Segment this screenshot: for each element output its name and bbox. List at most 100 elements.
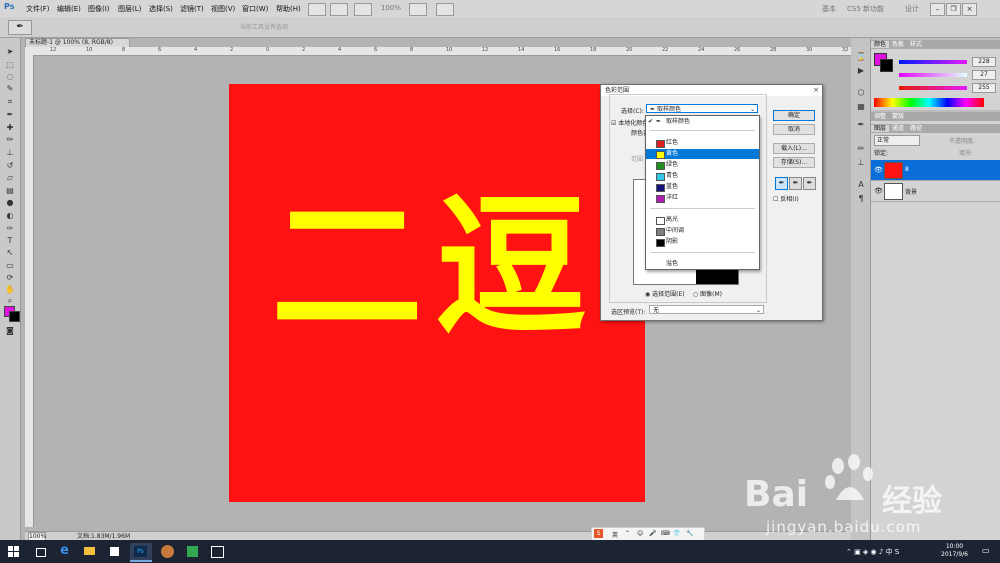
task-view-icon[interactable] bbox=[31, 543, 48, 560]
tab-layers[interactable]: 图层 bbox=[871, 125, 890, 132]
photoshop-taskbar-icon[interactable]: Ps bbox=[130, 543, 152, 562]
tab-styles[interactable]: 样式 bbox=[907, 41, 925, 48]
eyedropper-tool-icon[interactable]: ✒ bbox=[5, 111, 15, 119]
eyedropper-minus-icon[interactable]: ✒ bbox=[803, 177, 816, 190]
tab-masks[interactable]: 蒙版 bbox=[889, 113, 907, 120]
eyedropper-icon[interactable]: ✒ bbox=[775, 177, 788, 190]
document-canvas[interactable]: 二逗 bbox=[229, 84, 645, 502]
dropdown-item-cyans[interactable]: 青色 bbox=[646, 171, 759, 181]
clone-stamp-tool-icon[interactable]: ⊥ bbox=[5, 149, 15, 157]
red-slider[interactable] bbox=[899, 60, 967, 64]
eraser-tool-icon[interactable]: ▱ bbox=[5, 174, 15, 182]
dropdown-item-highlights[interactable]: 高光 bbox=[646, 215, 759, 225]
dropdown-item-magentas[interactable]: 洋红 bbox=[646, 193, 759, 203]
restore-icon[interactable]: ❐ bbox=[946, 3, 961, 16]
menu-filter[interactable]: 滤镜(T) bbox=[180, 4, 204, 14]
red-value[interactable]: 228 bbox=[972, 57, 996, 67]
tool-presets-icon[interactable]: ✒ bbox=[856, 120, 866, 130]
document-tab[interactable]: 未标题-1 @ 100% (8, RGB/8) bbox=[25, 38, 130, 47]
eyedropper-tool-preset-icon[interactable]: ✒ bbox=[8, 20, 32, 35]
tab-channels[interactable]: 通道 bbox=[889, 125, 907, 132]
bridge-button[interactable] bbox=[308, 3, 326, 16]
emoji-icon[interactable]: ☺ bbox=[637, 530, 643, 537]
brush-panel-icon[interactable]: ✏ bbox=[856, 144, 866, 154]
menu-select[interactable]: 选择(S) bbox=[149, 4, 173, 14]
blend-mode-select[interactable]: 正常 bbox=[874, 135, 920, 146]
save-button[interactable]: 存储(S)... bbox=[773, 157, 815, 168]
dropdown-item-sampled-colors[interactable]: ✔ ✒ 取样颜色 bbox=[646, 117, 759, 127]
menu-edit[interactable]: 编辑(E) bbox=[57, 4, 81, 14]
file-explorer-icon[interactable] bbox=[81, 543, 98, 560]
layer-row-text[interactable]: 👁 8 bbox=[871, 160, 1000, 181]
taskbar-clock[interactable]: 10:00 2017/9/6 bbox=[941, 543, 968, 559]
dodge-tool-icon[interactable]: ◐ bbox=[5, 212, 15, 220]
dropdown-item-reds[interactable]: 红色 bbox=[646, 138, 759, 148]
green-slider[interactable] bbox=[899, 73, 967, 77]
dialog-close-icon[interactable]: × bbox=[813, 86, 819, 94]
zoom-level[interactable]: 100% bbox=[381, 4, 401, 12]
measure-panel-icon[interactable]: ▦ bbox=[856, 102, 866, 112]
eyedropper-plus-icon[interactable]: ✒ bbox=[789, 177, 802, 190]
skin-icon[interactable]: 👕 bbox=[673, 530, 680, 537]
cancel-button[interactable]: 取消 bbox=[773, 124, 815, 135]
healing-brush-tool-icon[interactable]: ✚ bbox=[5, 124, 15, 132]
minimize-icon[interactable]: – bbox=[930, 3, 945, 16]
history-brush-tool-icon[interactable]: ↺ bbox=[5, 162, 15, 170]
start-icon[interactable] bbox=[5, 543, 22, 560]
radio-image[interactable]: ○ 图像(M) bbox=[693, 289, 722, 298]
close-icon[interactable]: × bbox=[962, 3, 977, 16]
menu-layer[interactable]: 图层(L) bbox=[118, 4, 141, 14]
app-green-icon[interactable] bbox=[184, 543, 201, 560]
character-panel-icon[interactable]: A bbox=[856, 180, 866, 190]
color-background-swatch[interactable] bbox=[880, 59, 893, 72]
keyboard-icon[interactable]: ⌨ bbox=[661, 530, 670, 537]
dropdown-item-out-of-gamut[interactable]: 溢色 bbox=[646, 259, 759, 269]
notification-icon[interactable]: ▭ bbox=[982, 546, 990, 555]
tray-icons[interactable]: ⌃ ▣ ◈ ◉ ♪ 中 S bbox=[846, 547, 899, 557]
type-tool-icon[interactable]: T bbox=[5, 237, 15, 245]
blue-slider[interactable] bbox=[899, 86, 967, 90]
edge-icon[interactable]: e bbox=[56, 543, 73, 560]
blur-tool-icon[interactable]: ● bbox=[5, 199, 15, 207]
menu-help[interactable]: 帮助(H) bbox=[276, 4, 301, 14]
sogou-icon[interactable]: S bbox=[594, 529, 603, 538]
brush-tool-icon[interactable]: ✏ bbox=[5, 136, 15, 144]
color-spectrum[interactable] bbox=[874, 98, 984, 107]
dropdown-item-midtones[interactable]: 中间调 bbox=[646, 226, 759, 236]
tab-color[interactable]: 颜色 bbox=[871, 41, 890, 48]
screen-mode-button[interactable] bbox=[436, 3, 454, 16]
menu-view[interactable]: 视图(V) bbox=[211, 4, 235, 14]
preview-select[interactable]: 无 ⌄ bbox=[649, 305, 764, 314]
path-select-tool-icon[interactable]: ↖ bbox=[5, 249, 15, 257]
radio-selection[interactable]: ◉ 选择范围(E) bbox=[645, 289, 685, 298]
invert-checkbox[interactable]: ☐ 反相(I) bbox=[773, 194, 799, 203]
ok-button[interactable]: 确定 bbox=[773, 110, 815, 121]
dropdown-item-greens[interactable]: 绿色 bbox=[646, 160, 759, 170]
dropdown-item-shadows[interactable]: 阴影 bbox=[646, 237, 759, 247]
shape-tool-icon[interactable]: ▭ bbox=[5, 262, 15, 270]
tab-paths[interactable]: 路径 bbox=[907, 125, 925, 132]
move-tool-icon[interactable]: ➤ bbox=[5, 48, 15, 56]
3d-panel-icon[interactable]: ⬡ bbox=[856, 88, 866, 98]
load-button[interactable]: 载入(L)... bbox=[773, 143, 815, 154]
tab-adjustments[interactable]: 调整 bbox=[871, 113, 889, 120]
arrange-documents-button[interactable] bbox=[409, 3, 427, 16]
layer-name[interactable]: 背景 bbox=[905, 187, 917, 196]
crop-tool-icon[interactable]: ⌗ bbox=[5, 98, 15, 106]
ime-language[interactable]: 英 bbox=[612, 530, 618, 539]
workspace-design[interactable]: 设计 bbox=[905, 4, 919, 14]
layer-name[interactable]: 8 bbox=[905, 166, 909, 173]
microphone-icon[interactable]: 🎤 bbox=[649, 530, 656, 537]
quick-mask-icon[interactable]: ◙ bbox=[5, 327, 15, 335]
marquee-tool-icon[interactable]: ⬚ bbox=[5, 61, 15, 69]
tab-swatches[interactable]: 色板 bbox=[889, 41, 907, 48]
punctuation-icon[interactable]: ⌃ bbox=[625, 530, 630, 537]
tools-icon[interactable]: 🔧 bbox=[686, 530, 693, 537]
menu-window[interactable]: 窗口(W) bbox=[242, 4, 268, 14]
view-extras-button[interactable] bbox=[354, 3, 372, 16]
workspace-essentials[interactable]: 基本 bbox=[822, 4, 836, 14]
store-icon[interactable] bbox=[106, 543, 123, 560]
history-panel-icon[interactable]: ⌛ bbox=[856, 52, 866, 62]
zoom-tool-icon[interactable]: ⌕ bbox=[5, 297, 15, 305]
workspace-cs5[interactable]: CS5 新功能 bbox=[847, 4, 884, 14]
